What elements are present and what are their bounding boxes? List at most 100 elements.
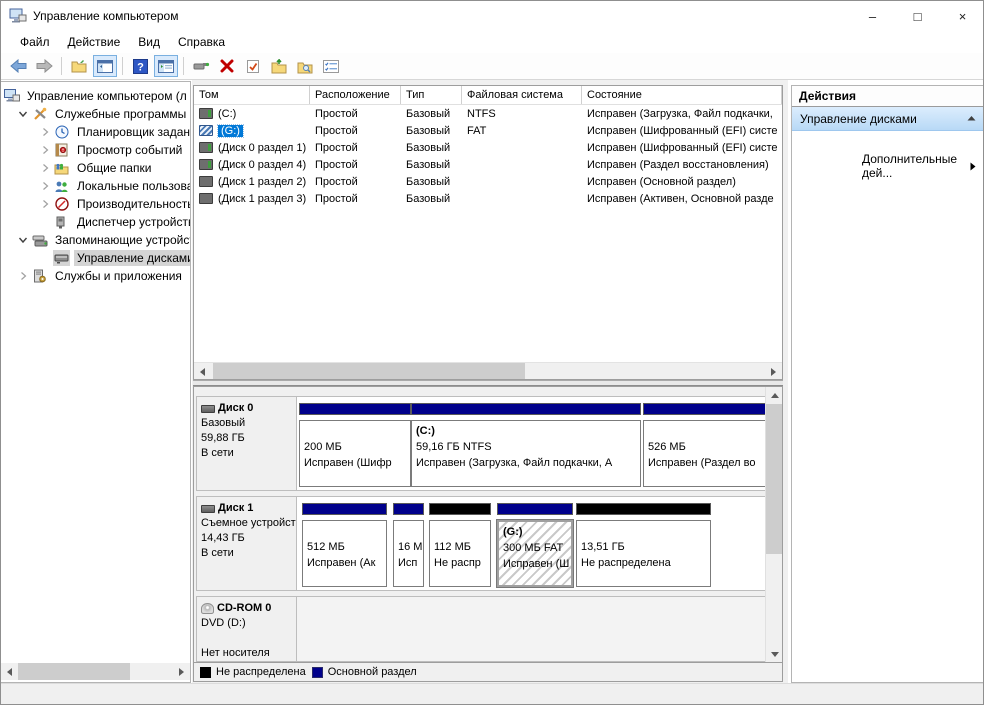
- partition-color-band: [576, 503, 711, 515]
- back-icon[interactable]: [6, 55, 30, 77]
- partition-512mb[interactable]: 512 МБ Исправен (Ак: [302, 503, 387, 587]
- tree-item-task-scheduler[interactable]: Планировщик заданий: [1, 123, 190, 141]
- partition-size: 512 МБ: [307, 539, 386, 555]
- tree-item-disk-management[interactable]: Управление дисками: [1, 249, 190, 267]
- menu-help[interactable]: Справка: [169, 33, 234, 51]
- partition-status: Исправен (Шифр: [304, 455, 410, 471]
- close-button[interactable]: ×: [940, 1, 984, 31]
- table-row[interactable]: (C:) Простой Базовый NTFS Исправен (Загр…: [194, 105, 782, 122]
- properties-icon[interactable]: [319, 55, 343, 77]
- chevron-down-icon[interactable]: [15, 232, 31, 248]
- title-bar: Управление компьютером – □ ×: [1, 1, 984, 31]
- actions-group-disk-management[interactable]: Управление дисками: [792, 107, 984, 131]
- scroll-right-icon[interactable]: [173, 663, 190, 680]
- tree-item-shared-folders[interactable]: Общие папки: [1, 159, 190, 177]
- scroll-right-icon[interactable]: [765, 363, 782, 380]
- show-left-pane-icon[interactable]: [93, 55, 117, 77]
- help-icon[interactable]: ?: [128, 55, 152, 77]
- volume-status: Исправен (Шифрованный (EFI) систе: [582, 122, 782, 139]
- partition-recovery-526mb[interactable]: 526 МБ Исправен (Раздел во: [643, 403, 769, 487]
- scroll-left-icon[interactable]: [1, 663, 18, 680]
- actions-panel: Действия Управление дисками Дополнительн…: [791, 85, 984, 683]
- disk1-header[interactable]: Диск 1 Съемное устройство 14,43 ГБ В сет…: [197, 497, 297, 590]
- actions-more-item[interactable]: Дополнительные дей...: [792, 149, 984, 183]
- minimize-button[interactable]: –: [850, 1, 895, 31]
- forward-icon[interactable]: [32, 55, 56, 77]
- delete-icon[interactable]: [215, 55, 239, 77]
- partition-16mb[interactable]: 16 М Исп: [393, 503, 424, 587]
- tree-item-label: Просмотр событий: [74, 142, 185, 158]
- chevron-right-icon[interactable]: [15, 268, 31, 284]
- scroll-up-icon[interactable]: [766, 387, 783, 404]
- actions-group-label: Управление дисками: [800, 112, 917, 126]
- scroll-down-icon[interactable]: [766, 646, 783, 662]
- disk0-header[interactable]: Диск 0 Базовый 59,88 ГБ В сети: [197, 397, 297, 490]
- disk-management-icon: [53, 250, 70, 266]
- storage-icon: [31, 232, 48, 248]
- table-row[interactable]: (Диск 0 раздел 4) Простой Базовый Исправ…: [194, 156, 782, 173]
- graphics-vertical-scrollbar[interactable]: [765, 387, 782, 662]
- tree-item-services-apps[interactable]: Службы и приложения: [1, 267, 190, 285]
- table-row[interactable]: (Диск 1 раздел 2) Простой Базовый Исправ…: [194, 173, 782, 190]
- tree-item-performance[interactable]: Производительность: [1, 195, 190, 213]
- unallocated-112mb[interactable]: 112 МБ Не распр: [429, 503, 491, 587]
- partition-g-drive-selected[interactable]: (G:) 300 МБ FAT Исправен (Ш: [497, 503, 573, 587]
- chevron-right-icon[interactable]: [37, 178, 53, 194]
- volume-name: (Диск 1 раздел 2): [218, 176, 306, 188]
- partition-status: Исправен (Раздел во: [648, 455, 768, 471]
- column-header-location[interactable]: Расположение: [310, 86, 401, 104]
- legend-label: Основной раздел: [328, 666, 417, 678]
- chevron-placeholder: [37, 250, 53, 266]
- column-header-volume[interactable]: Том: [194, 86, 310, 104]
- chevron-down-icon[interactable]: [15, 106, 31, 122]
- volume-name: (Диск 0 раздел 1): [218, 142, 306, 154]
- partition-size: 13,51 ГБ: [581, 539, 710, 555]
- cdrom0-header[interactable]: CD-ROM 0 DVD (D:) Нет носителя: [197, 597, 297, 661]
- menu-file[interactable]: Файл: [11, 33, 59, 51]
- tree-item-computer-management[interactable]: Управление компьютером (л: [1, 87, 190, 105]
- chevron-right-icon[interactable]: [37, 142, 53, 158]
- scrollbar-thumb[interactable]: [766, 404, 782, 554]
- disk-kind: Базовый: [201, 416, 293, 431]
- tree-item-local-users[interactable]: Локальные пользовате: [1, 177, 190, 195]
- chevron-right-icon[interactable]: [37, 160, 53, 176]
- tree-item-system-tools[interactable]: Служебные программы: [1, 105, 190, 123]
- tree-item-device-manager[interactable]: Диспетчер устройств: [1, 213, 190, 231]
- scrollbar-thumb[interactable]: [18, 663, 130, 680]
- column-header-status[interactable]: Состояние: [582, 86, 782, 104]
- table-row-selected[interactable]: (G:) Простой Базовый FAT Исправен (Шифро…: [194, 122, 782, 139]
- table-row[interactable]: (Диск 1 раздел 3) Простой Базовый Исправ…: [194, 190, 782, 207]
- collapse-arrow-icon[interactable]: [967, 115, 976, 122]
- mark-active-icon[interactable]: [241, 55, 265, 77]
- volume-type: Базовый: [401, 156, 462, 173]
- partition-status: Исправен (Ак: [307, 555, 386, 571]
- scheduler-icon: [53, 124, 70, 140]
- window-title: Управление компьютером: [33, 9, 178, 23]
- toolbar-separator: [183, 57, 184, 75]
- show-action-pane-icon[interactable]: [154, 55, 178, 77]
- explore-icon[interactable]: [293, 55, 317, 77]
- tree-horizontal-scrollbar[interactable]: [1, 663, 190, 680]
- tree-item-storage[interactable]: Запоминающие устройст: [1, 231, 190, 249]
- rescan-icon[interactable]: [189, 55, 213, 77]
- column-header-filesystem[interactable]: Файловая система: [462, 86, 582, 104]
- partition-color-band: [302, 503, 387, 515]
- scrollbar-thumb[interactable]: [213, 363, 525, 379]
- volume-icon: [199, 142, 213, 153]
- computer-management-window: Управление компьютером – □ × Файл Действ…: [0, 0, 984, 705]
- column-header-type[interactable]: Тип: [401, 86, 462, 104]
- scroll-left-icon[interactable]: [194, 363, 211, 380]
- menu-view[interactable]: Вид: [129, 33, 169, 51]
- partition-efi-200mb[interactable]: 200 МБ Исправен (Шифр: [299, 403, 411, 487]
- tree-item-event-viewer[interactable]: Просмотр событий: [1, 141, 190, 159]
- open-icon[interactable]: [267, 55, 291, 77]
- maximize-button[interactable]: □: [895, 1, 940, 31]
- unallocated-13gb[interactable]: 13,51 ГБ Не распределена: [576, 503, 711, 587]
- table-horizontal-scrollbar[interactable]: [194, 362, 782, 379]
- show-console-tree-icon[interactable]: [67, 55, 91, 77]
- chevron-right-icon[interactable]: [37, 124, 53, 140]
- menu-action[interactable]: Действие: [59, 33, 130, 51]
- chevron-right-icon[interactable]: [37, 196, 53, 212]
- partition-c-drive[interactable]: (C:) 59,16 ГБ NTFS Исправен (Загрузка, Ф…: [411, 403, 641, 487]
- table-row[interactable]: (Диск 0 раздел 1) Простой Базовый Исправ…: [194, 139, 782, 156]
